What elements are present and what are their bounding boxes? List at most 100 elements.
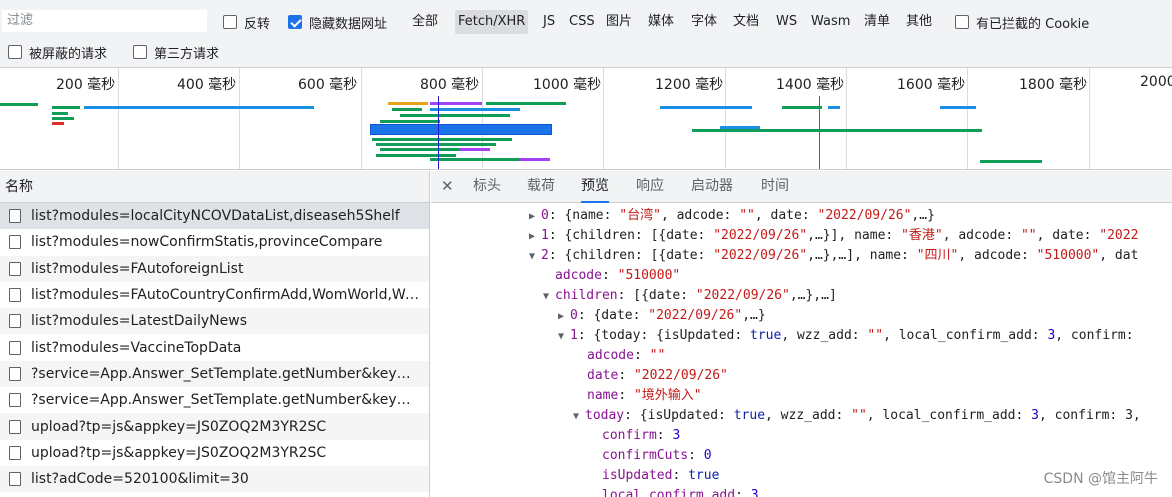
json-punctuation: , adcode:	[958, 248, 1037, 263]
json-value: ""	[649, 348, 666, 363]
request-list: list?modules=localCityNCOVDataList,disea…	[0, 203, 429, 493]
triangle-down-icon[interactable]: ▼	[529, 247, 541, 267]
json-punctuation: , date:	[754, 208, 818, 223]
file-icon	[9, 366, 21, 381]
tree-node-expandable[interactable]: ▼ 1: {today: {isUpdated: true, wzz_add: "…	[558, 326, 1134, 346]
third-party-checkbox[interactable]: 第三方请求	[133, 43, 220, 62]
request-row[interactable]: list?modules=FAutoCountryConfirmAdd,WomW…	[0, 282, 429, 308]
json-punctuation: ,…}	[742, 308, 766, 323]
type-filter-other[interactable]: 其他	[903, 10, 935, 34]
type-filter-fetch-xhr[interactable]: Fetch/XHR	[455, 10, 529, 34]
checkbox-icon[interactable]	[133, 45, 147, 59]
request-bar	[388, 102, 428, 105]
tree-node-expandable[interactable]: ▶ 0: {name: "台湾", adcode: "", date: "2022…	[529, 206, 935, 226]
blocked-cookies-checkbox[interactable]: 有已拦截的 Cookie	[955, 13, 1090, 32]
filter-input[interactable]: 过滤	[2, 10, 207, 32]
timeline-gridline	[967, 68, 968, 169]
tree-property: isUpdated: true	[602, 466, 719, 486]
tab-initiator[interactable]: 启动器	[691, 171, 733, 203]
tree-node-expandable[interactable]: ▼ today: {isUpdated: true, wzz_add: "", l…	[573, 406, 1141, 426]
type-filter-all[interactable]: 全部	[409, 10, 441, 34]
triangle-right-icon[interactable]: ▶	[529, 227, 541, 247]
checkbox-icon[interactable]	[955, 15, 969, 29]
json-key: adcode	[555, 268, 602, 283]
json-key: 0	[570, 308, 578, 323]
type-filter-css[interactable]: CSS	[566, 10, 598, 34]
hide-data-urls-checkbox[interactable]: 隐藏数据网址	[288, 13, 388, 32]
tree-property: confirm: 3	[602, 426, 680, 446]
request-row[interactable]: ?service=App.Answer_SetTemplate.getNumbe…	[0, 387, 429, 413]
request-row[interactable]: upload?tp=js&appkey=JS0ZOQ2M3YR2SC	[0, 440, 429, 466]
timeline-gridline	[239, 68, 240, 169]
json-key: local_confirm_add	[602, 488, 736, 497]
file-icon	[9, 235, 21, 250]
blocked-requests-checkbox[interactable]: 被屏蔽的请求	[8, 43, 107, 62]
third-party-label: 第三方请求	[154, 46, 220, 62]
request-row[interactable]: list?modules=localCityNCOVDataList,disea…	[0, 203, 429, 230]
request-bar	[372, 138, 512, 141]
file-icon	[9, 472, 21, 487]
timeline-tick-label: 1600 毫秒	[897, 77, 966, 93]
request-row[interactable]: list?modules=LatestDailyNews	[0, 308, 429, 335]
request-name: list?modules=FAutoforeignList	[31, 260, 244, 277]
request-bar	[400, 114, 510, 117]
checkbox-checked-icon[interactable]	[288, 15, 302, 29]
triangle-down-icon[interactable]: ▼	[558, 327, 570, 347]
file-icon	[9, 314, 21, 329]
hide-data-urls-label: 隐藏数据网址	[309, 16, 388, 32]
request-bar	[380, 148, 470, 151]
tab-payload[interactable]: 载荷	[527, 171, 555, 203]
request-row[interactable]: upload?tp=js&appkey=JS0ZOQ2M3YR2SC	[0, 413, 429, 440]
request-list-panel: 名称 list?modules=localCityNCOVDataList,di…	[0, 171, 430, 497]
json-key: adcode	[587, 348, 634, 363]
tab-timing[interactable]: 时间	[761, 171, 789, 203]
type-filter-doc[interactable]: 文档	[730, 10, 762, 34]
close-icon[interactable]: ✕	[441, 177, 454, 195]
request-bar	[392, 108, 422, 111]
dom-content-loaded-marker	[438, 96, 439, 169]
name-column-header[interactable]: 名称	[0, 171, 429, 203]
request-row[interactable]: list?modules=nowConfirmStatis,provinceCo…	[0, 229, 429, 255]
network-overview-timeline[interactable]: 200 毫秒 400 毫秒 600 毫秒 800 毫秒 1000 毫秒 1200…	[0, 68, 1172, 170]
tree-node-expandable[interactable]: ▶ 0: {date: "2022/09/26",…}	[558, 306, 766, 326]
tab-response[interactable]: 响应	[636, 171, 664, 203]
tree-node-expandable[interactable]: ▶ 1: {children: [{date: "2022/09/26",…}],…	[529, 226, 1138, 246]
tree-node-expandable[interactable]: ▼ 2: {children: [{date: "2022/09/26",…},……	[529, 246, 1138, 266]
type-filter-media[interactable]: 媒体	[645, 10, 677, 34]
timeline-tick-label: 1200 毫秒	[655, 77, 724, 93]
blocked-cookies-label: 有已拦截的 Cookie	[976, 16, 1090, 32]
json-value: "2022/09/26"	[817, 208, 912, 223]
triangle-right-icon[interactable]: ▶	[529, 207, 541, 227]
details-tabbar: ✕ 标头 载荷 预览 响应 启动器 时间	[431, 171, 1172, 203]
request-row[interactable]: list?adCode=520100&limit=30	[0, 465, 429, 493]
invert-checkbox[interactable]: 反转	[223, 13, 270, 32]
triangle-right-icon[interactable]: ▶	[558, 307, 570, 327]
request-bar	[720, 126, 760, 129]
type-filter-wasm[interactable]: Wasm	[808, 10, 853, 34]
type-filter-ws[interactable]: WS	[773, 10, 800, 34]
json-key: today	[585, 408, 625, 423]
checkbox-icon[interactable]	[8, 45, 22, 59]
checkbox-icon[interactable]	[223, 15, 237, 29]
timeline-tick-label: 1000 毫秒	[533, 77, 602, 93]
request-row[interactable]: ?service=App.Answer_SetTemplate.getNumbe…	[0, 360, 429, 388]
json-punctuation: : {children: [{date:	[548, 228, 714, 243]
triangle-down-icon[interactable]: ▼	[543, 287, 555, 307]
tab-preview[interactable]: 预览	[581, 171, 609, 203]
network-filter-bar: 过滤 反转 隐藏数据网址 全部 Fetch/XHR JS CSS 图片 媒体 字…	[0, 0, 1172, 68]
json-value: true	[750, 328, 782, 343]
request-row[interactable]: list?modules=FAutoforeignList	[0, 255, 429, 282]
type-filter-images[interactable]: 图片	[603, 10, 635, 34]
timeline-tick-label: 400 毫秒	[177, 77, 237, 93]
request-bar	[940, 106, 976, 109]
type-filter-js[interactable]: JS	[540, 10, 558, 34]
file-icon	[9, 209, 21, 224]
json-punctuation: :	[672, 468, 689, 483]
request-row[interactable]: list?modules=VaccineTopData	[0, 334, 429, 360]
type-filter-font[interactable]: 字体	[688, 10, 720, 34]
request-bar	[380, 120, 440, 123]
type-filter-manifest[interactable]: 清单	[861, 10, 893, 34]
tree-node-expandable[interactable]: ▼ children: [{date: "2022/09/26",…},…]	[543, 286, 837, 306]
triangle-down-icon[interactable]: ▼	[573, 407, 585, 427]
tab-headers[interactable]: 标头	[473, 171, 501, 203]
